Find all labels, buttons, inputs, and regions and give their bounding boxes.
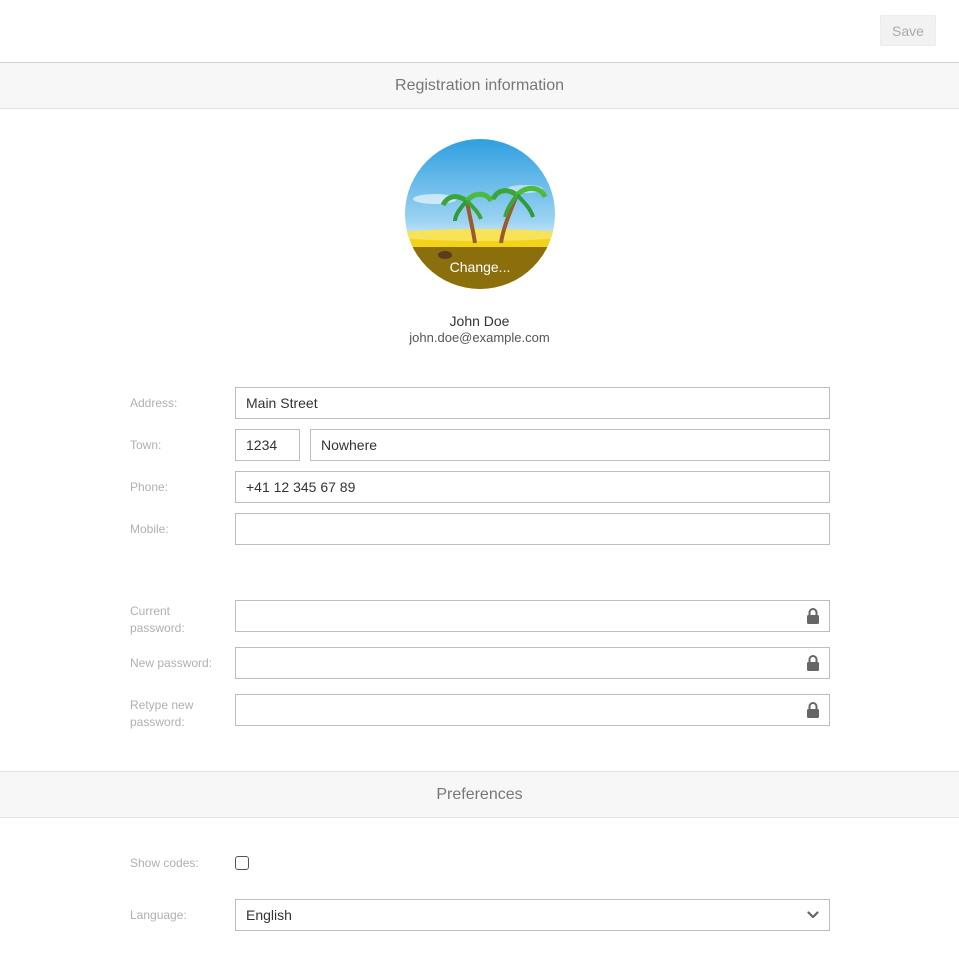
mobile-input[interactable] xyxy=(235,513,830,545)
town-input[interactable] xyxy=(310,429,830,461)
address-label: Address: xyxy=(130,396,178,410)
lock-icon xyxy=(807,608,819,624)
zip-input[interactable] xyxy=(235,429,300,461)
save-button[interactable]: Save xyxy=(880,15,936,46)
avatar[interactable]: Change... xyxy=(405,139,555,289)
avatar-change-label[interactable]: Change... xyxy=(405,259,555,275)
show-codes-checkbox[interactable] xyxy=(235,856,249,870)
show-codes-label: Show codes: xyxy=(130,856,199,870)
chevron-down-icon xyxy=(807,911,819,919)
preferences-section-header: Preferences xyxy=(0,771,959,818)
registration-section-header: Registration information xyxy=(0,63,959,109)
lock-icon xyxy=(807,655,819,671)
town-label: Town: xyxy=(130,438,162,452)
top-bar: Save xyxy=(0,0,959,63)
user-email: john.doe@example.com xyxy=(409,330,550,345)
address-input[interactable] xyxy=(235,387,830,419)
language-select-value: English xyxy=(246,907,292,923)
language-label: Language: xyxy=(130,908,187,922)
retype-password-input[interactable] xyxy=(235,694,830,726)
current-password-input[interactable] xyxy=(235,600,830,632)
user-name: John Doe xyxy=(449,313,510,329)
phone-input[interactable] xyxy=(235,471,830,503)
new-password-input[interactable] xyxy=(235,647,830,679)
mobile-label: Mobile: xyxy=(130,522,169,536)
lock-icon xyxy=(807,702,819,718)
phone-label: Phone: xyxy=(130,480,169,494)
new-password-label: New password: xyxy=(130,656,213,670)
language-select[interactable]: English xyxy=(235,899,830,931)
retype-password-label: Retype new password: xyxy=(130,698,194,729)
current-password-label: Current password: xyxy=(130,604,185,635)
